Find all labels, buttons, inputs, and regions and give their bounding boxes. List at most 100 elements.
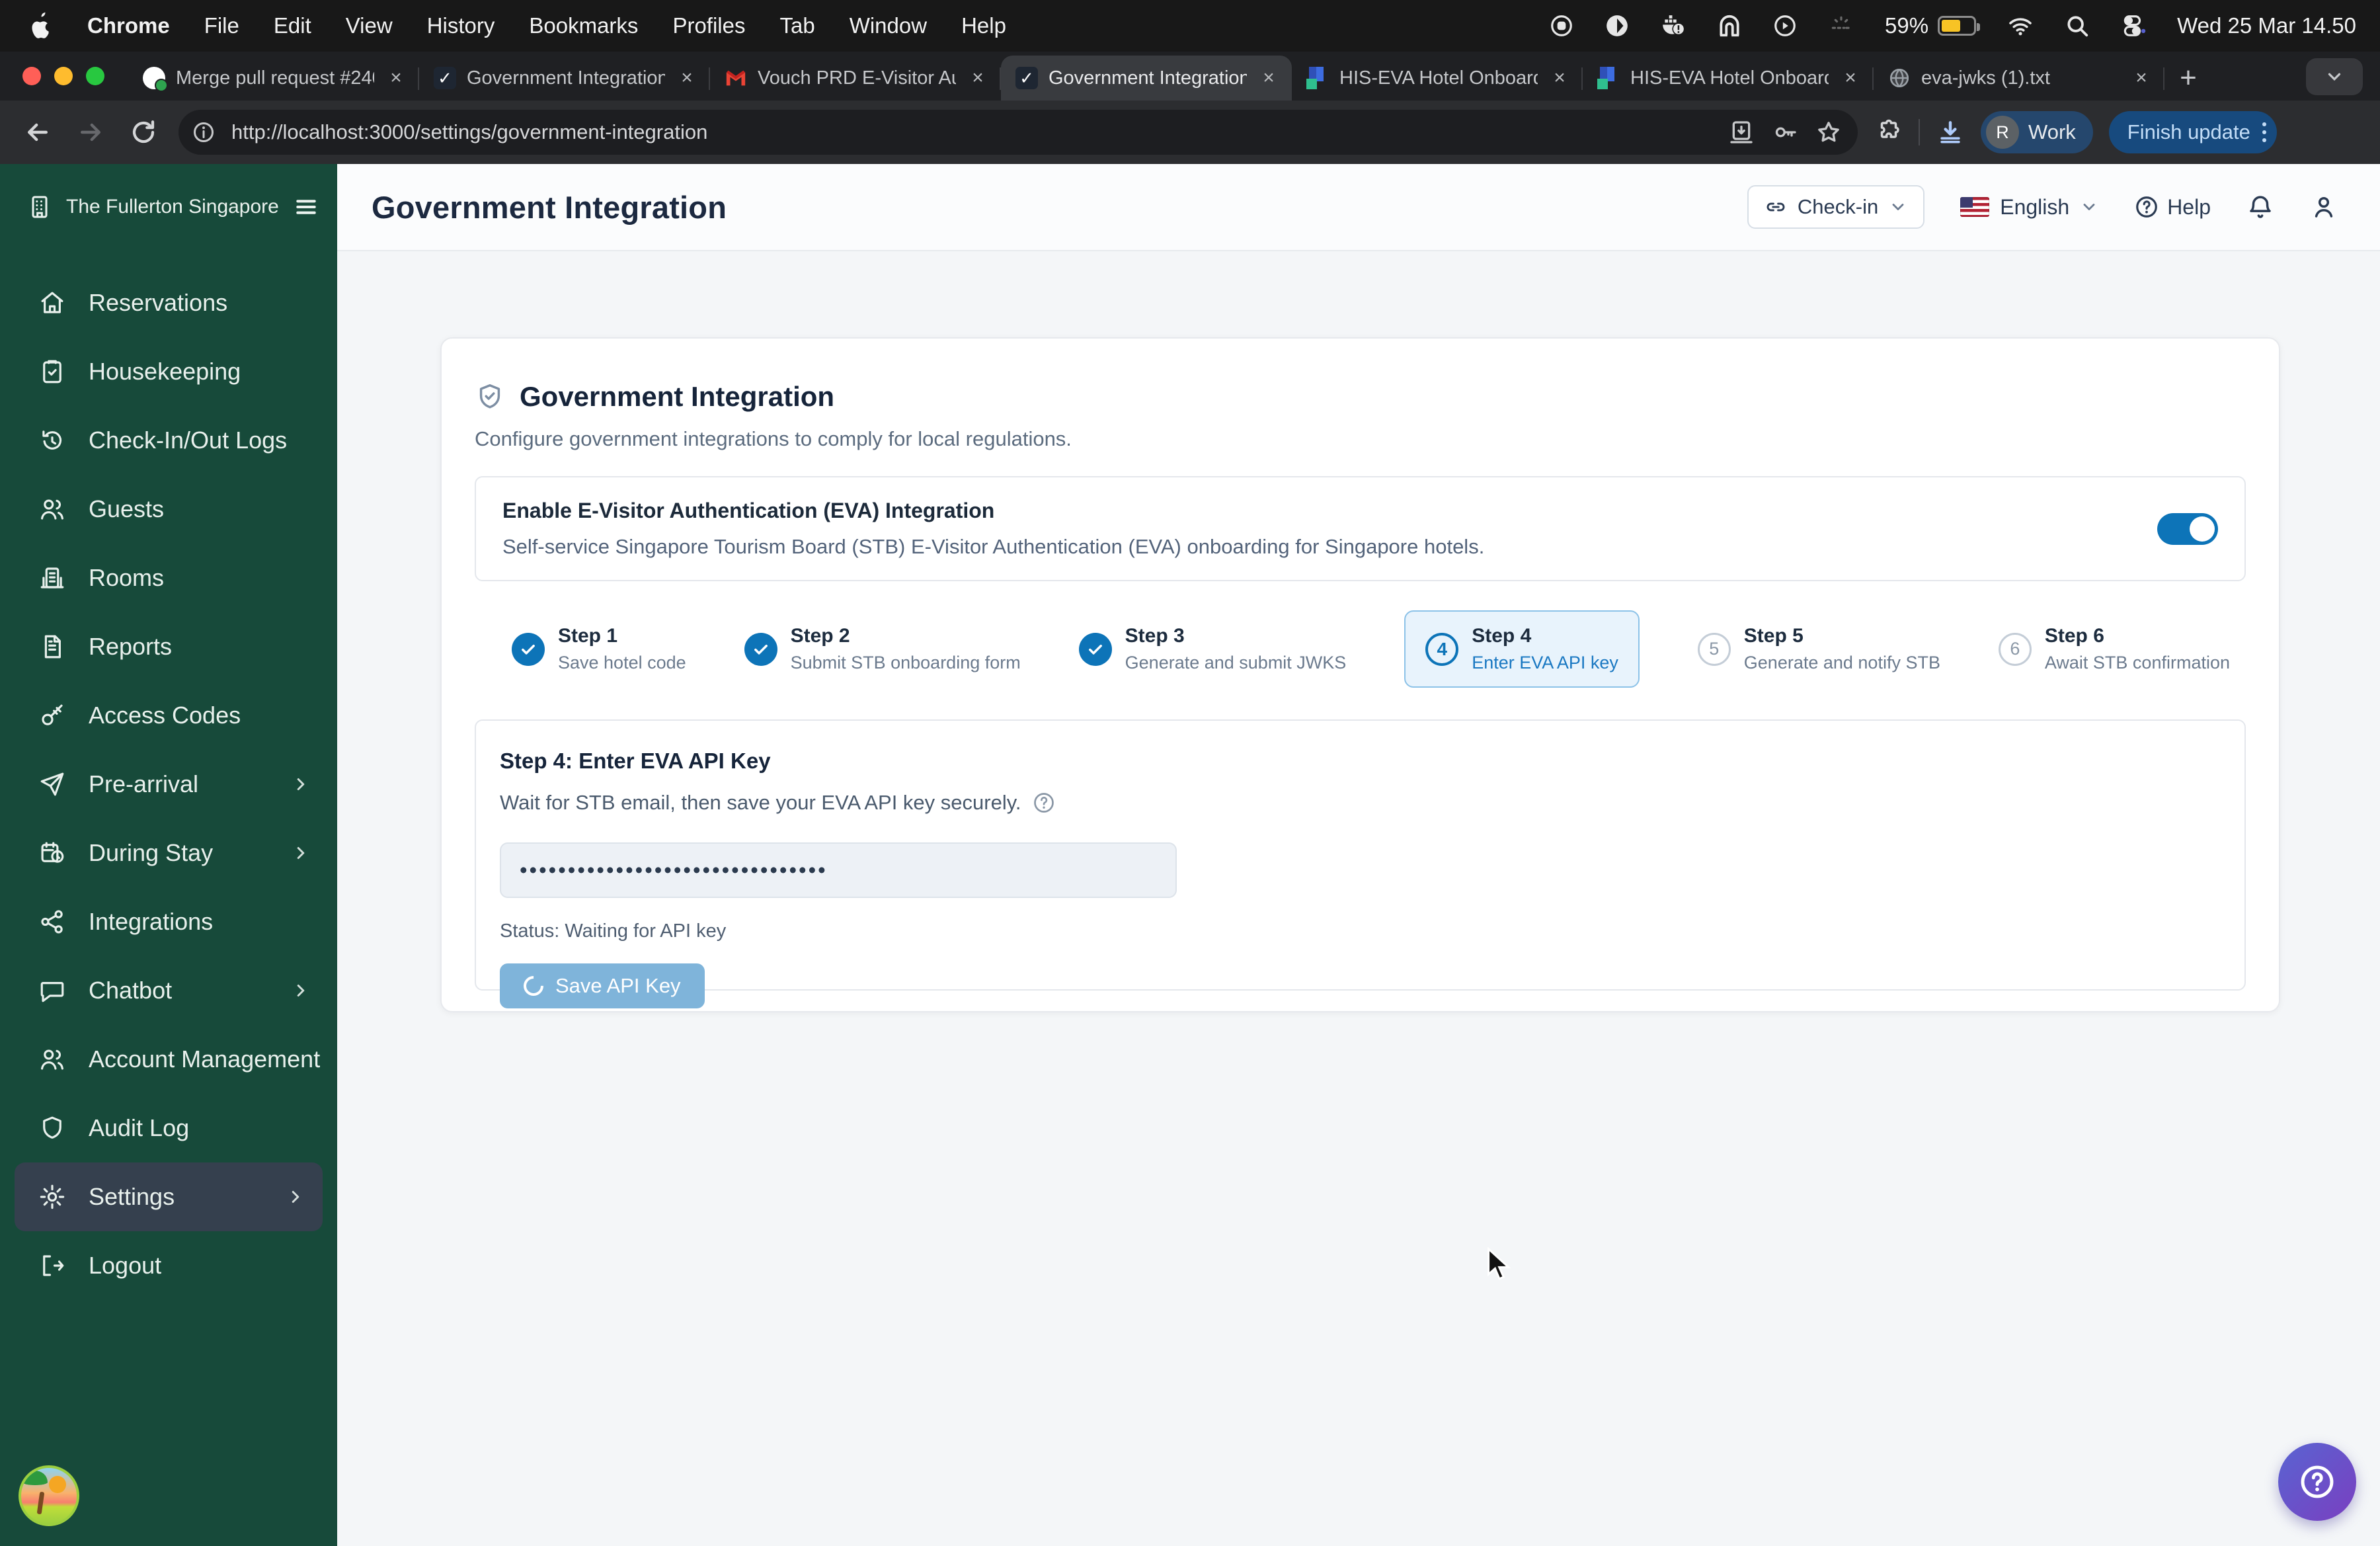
tab-close-icon[interactable]: × (1257, 67, 1280, 89)
help-button[interactable]: Help (2134, 194, 2211, 220)
menu-window[interactable]: Window (850, 13, 927, 38)
menu-view[interactable]: View (346, 13, 393, 38)
tab-eva-jwks-txt[interactable]: eva-jwks (1).txt × (1874, 56, 2164, 101)
tab-search-button[interactable] (2306, 58, 2363, 95)
keyboard-brightness-icon[interactable] (1828, 13, 1854, 38)
tab-close-icon[interactable]: × (1839, 67, 1862, 89)
tab-close-icon[interactable]: × (676, 67, 698, 89)
play-circle-icon[interactable] (1772, 13, 1798, 38)
question-circle-icon[interactable] (1032, 791, 1056, 815)
eva-toggle-switch[interactable] (2157, 512, 2218, 545)
his-eva-favicon (1597, 67, 1620, 89)
url-text[interactable]: http://localhost:3000/settings/governmen… (231, 120, 1716, 144)
sidebar-item-account-management[interactable]: Account Management (0, 1025, 337, 1094)
tab-close-icon[interactable]: × (1548, 67, 1571, 89)
profile-chip[interactable]: R Work (1981, 111, 2093, 153)
eva-api-key-input[interactable] (500, 842, 1177, 898)
floating-help-button[interactable] (2278, 1443, 2356, 1521)
tab-his-eva-onboarding-1[interactable]: HIS-EVA Hotel Onboarding × (1292, 56, 1583, 101)
apple-logo-icon[interactable] (29, 12, 53, 40)
tab-close-icon[interactable]: × (967, 67, 989, 89)
address-bar[interactable]: http://localhost:3000/settings/governmen… (178, 110, 1858, 155)
tab-close-icon[interactable]: × (385, 67, 407, 89)
sidebar-item-settings[interactable]: Settings (15, 1162, 323, 1231)
menubar-clock[interactable]: Wed 25 Mar 14.50 (2177, 13, 2356, 38)
battery-indicator[interactable]: 59% (1885, 13, 1981, 38)
page-header: Government Integration Check-in English … (337, 164, 2380, 251)
menu-history[interactable]: History (427, 13, 495, 38)
toolbar-divider (1919, 119, 1920, 145)
hamburger-menu-icon[interactable] (294, 194, 319, 220)
zoom-window-button[interactable] (86, 67, 104, 85)
new-tab-button[interactable]: + (2168, 58, 2208, 98)
docker-icon[interactable] (1660, 13, 1686, 38)
battery-icon (1938, 16, 1981, 36)
sidebar-item-logout[interactable]: Logout (0, 1231, 337, 1300)
extensions-icon[interactable] (1875, 118, 1903, 146)
account-person-icon[interactable] (2310, 193, 2338, 221)
downloads-icon[interactable] (1936, 118, 1965, 147)
tab-government-integration-active[interactable]: ✓ Government Integration - A × (1001, 56, 1292, 101)
github-favicon (143, 67, 168, 92)
tab-close-icon[interactable]: × (2130, 67, 2153, 89)
tunnel-app-icon[interactable] (1717, 13, 1742, 38)
eva-toggle-section: Enable E-Visitor Authentication (EVA) In… (475, 476, 2246, 581)
notifications-bell-icon[interactable] (2246, 193, 2274, 221)
step-6[interactable]: 6 Step 6 Await STB confirmation (1998, 625, 2230, 673)
tab-merge-pull-request[interactable]: Merge pull request #2406 f × (128, 56, 419, 101)
tab-vouch-prd-email[interactable]: Vouch PRD E-Visitor Authen × (710, 56, 1001, 101)
menu-edit[interactable]: Edit (274, 13, 311, 38)
more-menu-icon[interactable] (2262, 122, 2266, 142)
sidebar-item-chatbot[interactable]: Chatbot (0, 956, 337, 1025)
tab-government-integration-1[interactable]: ✓ Government Integration - A × (419, 56, 710, 101)
spotlight-search-icon[interactable] (2065, 13, 2090, 38)
tab-his-eva-onboarding-2[interactable]: HIS-EVA Hotel Onboarding × (1583, 56, 1874, 101)
password-key-icon[interactable] (1772, 119, 1798, 145)
menu-tab[interactable]: Tab (779, 13, 814, 38)
chrome-toolbar: http://localhost:3000/settings/governmen… (0, 101, 2380, 164)
sidebar-item-during-stay[interactable]: During Stay (0, 819, 337, 887)
profile-label: Work (2028, 120, 2076, 143)
minimize-window-button[interactable] (54, 67, 73, 85)
step-4-active[interactable]: 4 Step 4 Enter EVA API key (1404, 610, 1640, 688)
step-5[interactable]: 5 Step 5 Generate and notify STB (1697, 625, 1940, 673)
install-app-icon[interactable] (1728, 119, 1755, 145)
bookmark-star-icon[interactable] (1815, 119, 1842, 145)
menu-bookmarks[interactable]: Bookmarks (529, 13, 638, 38)
menu-profiles[interactable]: Profiles (672, 13, 745, 38)
user-avatar[interactable] (19, 1465, 79, 1526)
forward-button[interactable] (73, 114, 108, 150)
logout-icon (43, 1255, 64, 1276)
menu-help[interactable]: Help (961, 13, 1006, 38)
save-api-key-button[interactable]: Save API Key (500, 963, 705, 1008)
sidebar-item-housekeeping[interactable]: Housekeeping (0, 337, 337, 406)
sidebar-item-integrations[interactable]: Integrations (0, 887, 337, 956)
sidebar-item-reservations[interactable]: Reservations (0, 268, 337, 337)
sidebar-item-guests[interactable]: Guests (0, 475, 337, 544)
home-icon (41, 292, 63, 313)
site-info-icon[interactable] (188, 116, 219, 148)
sidebar-item-pre-arrival[interactable]: Pre-arrival (0, 750, 337, 819)
calendar-clock-icon (41, 842, 64, 863)
menu-file[interactable]: File (204, 13, 239, 38)
language-selector[interactable]: English (1960, 195, 2098, 220)
checkin-mode-button[interactable]: Check-in (1747, 185, 1925, 229)
control-center-icon[interactable] (2120, 13, 2147, 38)
sidebar-item-reports[interactable]: Reports (0, 612, 337, 681)
wifi-icon[interactable] (2006, 13, 2034, 38)
sidebar-item-checkin-out-logs[interactable]: Check-In/Out Logs (0, 406, 337, 475)
reload-button[interactable] (126, 114, 161, 150)
menu-app-name[interactable]: Chrome (87, 13, 170, 38)
report-file-icon (44, 635, 61, 659)
sidebar-item-access-codes[interactable]: Access Codes (0, 681, 337, 750)
step-1[interactable]: Step 1 Save hotel code (512, 625, 686, 673)
sidebar-item-rooms[interactable]: Rooms (0, 544, 337, 612)
step-2[interactable]: Step 2 Submit STB onboarding form (744, 625, 1021, 673)
sidebar-item-audit-log[interactable]: Audit Log (0, 1094, 337, 1162)
back-button[interactable] (20, 114, 56, 150)
screen-record-icon[interactable] (1549, 13, 1574, 38)
browser-app-icon[interactable] (1605, 13, 1630, 38)
step-3[interactable]: Step 3 Generate and submit JWKS (1078, 625, 1346, 673)
close-window-button[interactable] (22, 67, 41, 85)
finish-update-button[interactable]: Finish update (2108, 111, 2277, 153)
